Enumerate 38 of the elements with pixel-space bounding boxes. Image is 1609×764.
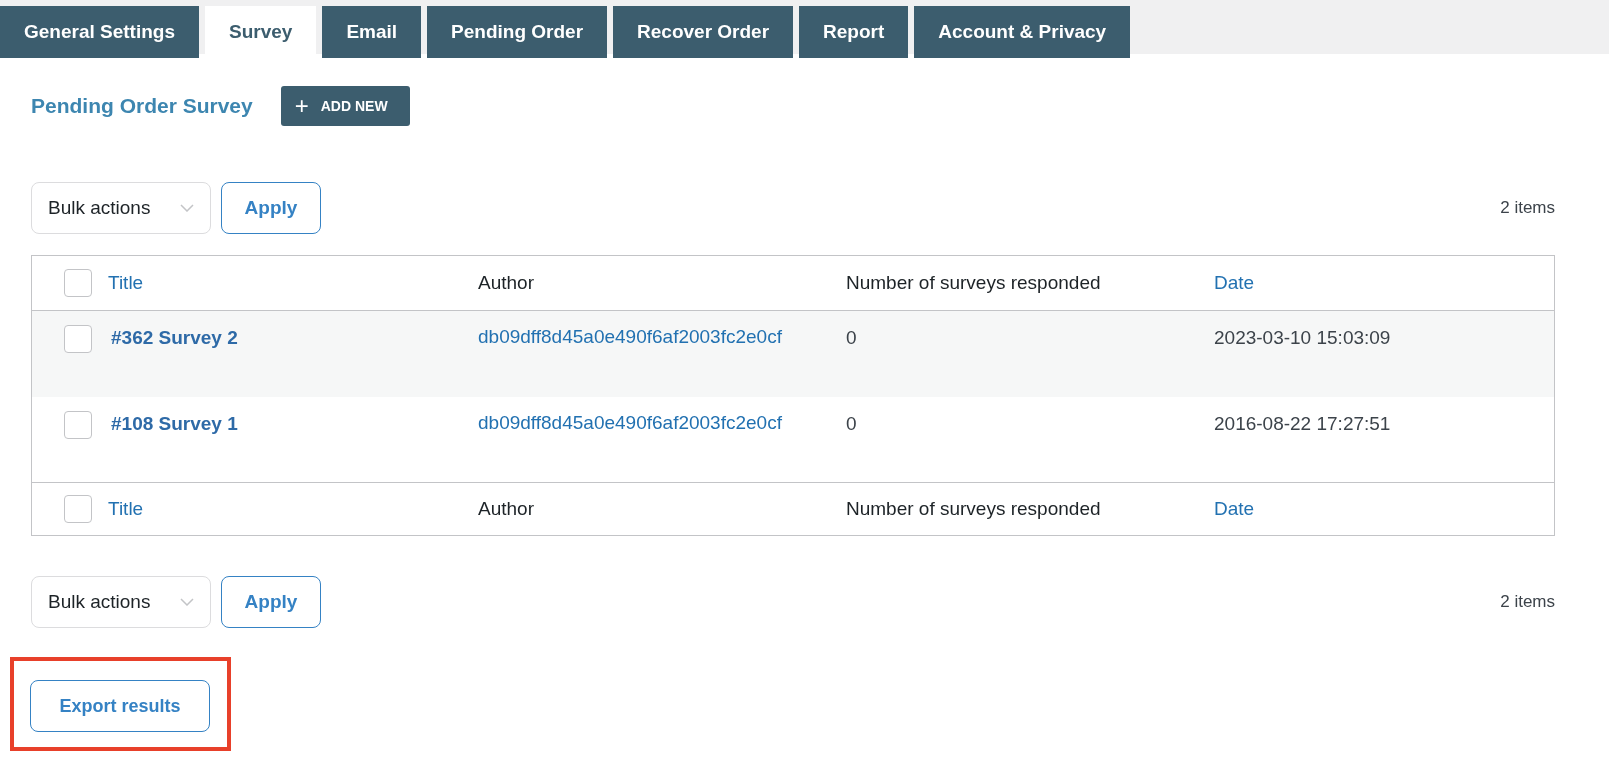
- column-header[interactable]: Date: [1214, 272, 1255, 293]
- tab[interactable]: Recover Order: [613, 6, 794, 58]
- column-header[interactable]: Date: [1214, 498, 1255, 519]
- apply-button[interactable]: Apply: [221, 182, 321, 234]
- checkbox[interactable]: [64, 495, 92, 523]
- column-header: Number of surveys responded: [846, 272, 1101, 293]
- export-results-button[interactable]: Export results: [30, 680, 210, 732]
- table-cell: 2016-08-22 17:27:51: [1214, 412, 1391, 434]
- item-count: 2 items: [1500, 198, 1555, 218]
- page-heading: Pending Order Survey: [31, 94, 253, 118]
- survey-title-link[interactable]: #108 Survey 1: [111, 412, 238, 434]
- apply-button[interactable]: Apply: [221, 576, 321, 628]
- tab[interactable]: General Settings: [0, 6, 199, 58]
- item-count: 2 items: [1500, 592, 1555, 612]
- bulk-actions-dropdown[interactable]: Bulk actions: [31, 576, 211, 628]
- column-header: Author: [478, 272, 534, 293]
- column-header[interactable]: Title: [108, 498, 144, 519]
- add-new-button[interactable]: + ADD NEW: [280, 86, 410, 126]
- table-cell: 0: [846, 412, 857, 434]
- checkbox[interactable]: [64, 325, 92, 353]
- chevron-down-icon: [180, 204, 194, 212]
- author-link[interactable]: db09dff8d45a0e490f6af2003fc2e0cf: [478, 408, 813, 437]
- tab[interactable]: Report: [799, 6, 909, 58]
- survey-title-link[interactable]: #362 Survey 2: [111, 327, 238, 348]
- table-cell: 0: [846, 327, 857, 348]
- tab[interactable]: Pending Order: [427, 6, 608, 58]
- tab[interactable]: Email: [322, 6, 422, 58]
- plus-icon: +: [294, 94, 309, 118]
- table-cell: 2023-03-10 15:03:09: [1214, 327, 1391, 348]
- tab[interactable]: Account & Privacy: [914, 6, 1131, 58]
- author-link[interactable]: db09dff8d45a0e490f6af2003fc2e0cf: [478, 323, 813, 351]
- chevron-down-icon: [180, 598, 194, 606]
- checkbox[interactable]: [64, 269, 92, 297]
- column-header: Author: [478, 498, 534, 519]
- column-header[interactable]: Title: [108, 272, 144, 293]
- bulk-actions-dropdown[interactable]: Bulk actions: [31, 182, 211, 234]
- column-header: Number of surveys responded: [846, 498, 1101, 519]
- checkbox[interactable]: [64, 410, 92, 439]
